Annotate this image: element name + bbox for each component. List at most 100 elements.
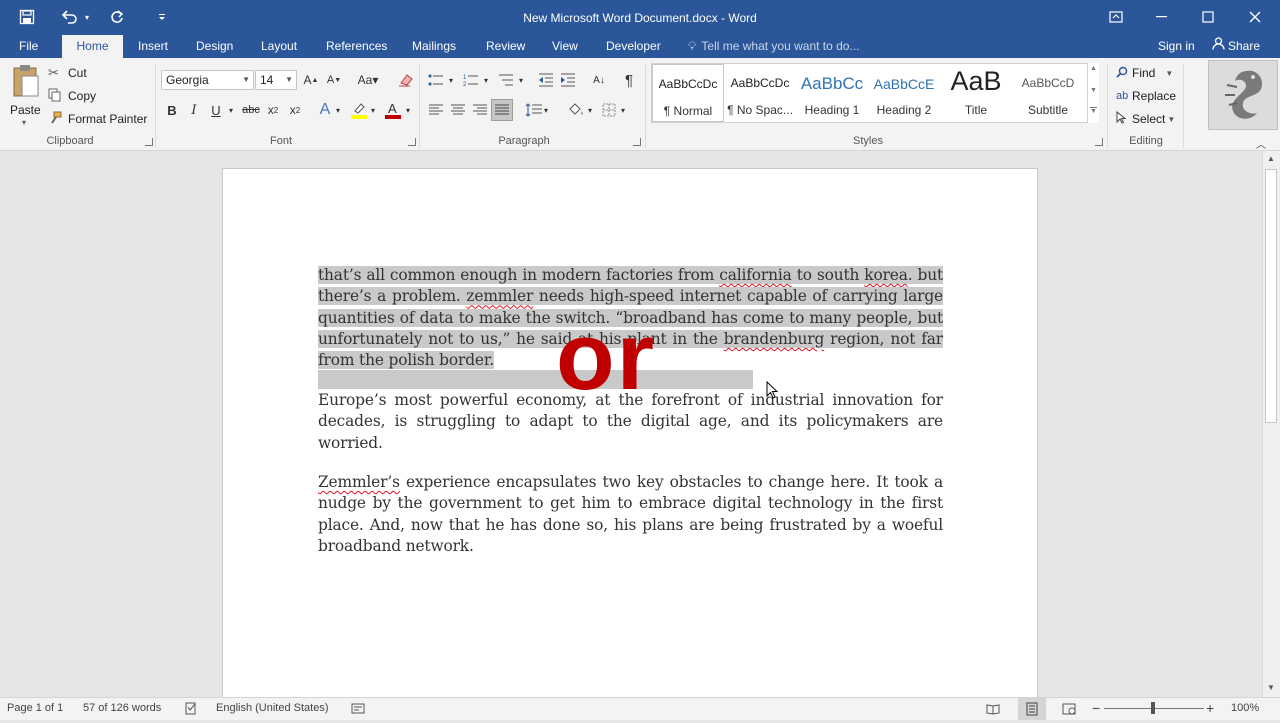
vertical-scrollbar[interactable]: ▲ ▼ [1262, 151, 1280, 697]
dragon-addin-button[interactable] [1208, 60, 1278, 130]
tab-references[interactable]: References [316, 35, 397, 58]
grow-font-icon[interactable]: A ▲ [300, 69, 322, 91]
increase-indent-icon[interactable] [557, 69, 579, 91]
style-normal[interactable]: AaBbCcDc ¶ Normal [652, 64, 724, 122]
maximize-icon[interactable] [1196, 6, 1220, 28]
borders-dropdown-icon[interactable]: ▾ [618, 99, 628, 121]
page-count[interactable]: Page 1 of 1 [7, 698, 63, 720]
misspelled-word[interactable]: california [719, 266, 792, 284]
shrink-font-icon[interactable]: A ▼ [323, 69, 345, 91]
bullets-icon[interactable] [425, 69, 447, 91]
subscript-icon[interactable]: x2 [262, 99, 284, 121]
style-subtitle[interactable]: AaBbCcD Subtitle [1012, 64, 1084, 122]
share-button[interactable]: Share [1204, 35, 1270, 58]
customize-quick-access-icon[interactable] [150, 6, 174, 28]
cut-button[interactable]: ✂ Cut [48, 64, 87, 82]
text-effects-dropdown-icon[interactable]: ▾ [333, 99, 343, 121]
bullets-dropdown-icon[interactable]: ▾ [446, 69, 456, 91]
multilevel-dropdown-icon[interactable]: ▾ [516, 69, 526, 91]
shading-icon[interactable] [565, 99, 587, 121]
scroll-up-icon[interactable]: ▲ [1267, 154, 1275, 163]
copy-button[interactable]: Copy [48, 87, 96, 105]
align-center-icon[interactable] [447, 99, 469, 121]
align-left-icon[interactable] [425, 99, 447, 121]
styles-launcher-icon[interactable] [1095, 138, 1103, 146]
replace-button[interactable]: ab Replace [1116, 87, 1176, 105]
numbering-icon[interactable]: 12 [460, 69, 482, 91]
ribbon-display-options-icon[interactable] [1104, 6, 1128, 28]
scroll-up-icon[interactable]: ▲ [1090, 65, 1097, 72]
borders-icon[interactable] [598, 99, 620, 121]
font-launcher-icon[interactable] [408, 138, 416, 146]
line-spacing-dropdown-icon[interactable]: ▾ [541, 99, 551, 121]
document-page[interactable]: that’s all common enough in modern facto… [222, 168, 1038, 697]
font-color-icon[interactable]: A [382, 99, 404, 121]
format-painter-button[interactable]: Format Painter [48, 110, 147, 128]
multilevel-list-icon[interactable] [495, 69, 517, 91]
style-heading-2[interactable]: AaBbCcE Heading 2 [868, 64, 940, 122]
clipboard-launcher-icon[interactable] [145, 138, 153, 146]
proofing-icon[interactable] [184, 698, 198, 720]
style-title[interactable]: AaB Title [940, 64, 1012, 122]
tab-insert[interactable]: Insert [128, 35, 178, 58]
bold-icon[interactable]: B [161, 99, 183, 121]
change-case-icon[interactable]: Aa▾ [353, 69, 383, 91]
macro-recording-icon[interactable] [351, 698, 365, 720]
tab-developer[interactable]: Developer [596, 35, 671, 58]
language-indicator[interactable]: English (United States) [216, 698, 329, 720]
misspelled-word[interactable]: brandenburg [724, 330, 825, 348]
align-right-icon[interactable] [469, 99, 491, 121]
tab-home[interactable]: Home [62, 35, 123, 58]
tab-layout[interactable]: Layout [251, 35, 307, 58]
web-layout-icon[interactable] [1062, 698, 1076, 720]
scroll-down-icon[interactable]: ▼ [1267, 683, 1275, 692]
misspelled-word[interactable]: zemmler [466, 287, 533, 305]
more-styles-icon[interactable]: ▼ [1090, 107, 1097, 115]
zoom-out-icon[interactable]: − [1092, 698, 1100, 720]
shading-dropdown-icon[interactable]: ▾ [585, 99, 595, 121]
zoom-in-icon[interactable]: + [1206, 698, 1214, 720]
font-size-combo[interactable]: 14 ▼ [255, 70, 297, 90]
zoom-slider-thumb[interactable] [1151, 702, 1155, 714]
scroll-down-icon[interactable]: ▼ [1090, 87, 1097, 94]
close-icon[interactable] [1243, 6, 1267, 28]
font-color-dropdown-icon[interactable]: ▾ [403, 99, 413, 121]
zoom-level[interactable]: 100% [1231, 698, 1259, 720]
read-mode-icon[interactable] [986, 698, 1000, 720]
superscript-icon[interactable]: x2 [284, 99, 306, 121]
minimize-icon[interactable] [1150, 6, 1174, 28]
redo-icon[interactable] [105, 6, 129, 28]
sort-icon[interactable]: A↓ [588, 69, 610, 91]
font-name-combo[interactable]: Georgia ▼ [161, 70, 254, 90]
find-button[interactable]: Find ▼ [1116, 64, 1173, 82]
scroll-thumb[interactable] [1265, 169, 1277, 423]
numbering-dropdown-icon[interactable]: ▾ [481, 69, 491, 91]
style-heading-1[interactable]: AaBbCc Heading 1 [796, 64, 868, 122]
select-button[interactable]: Select ▼ [1116, 110, 1175, 128]
print-layout-icon[interactable] [1018, 698, 1046, 720]
justify-icon[interactable] [491, 99, 513, 121]
misspelled-word[interactable]: korea [864, 266, 908, 284]
misspelled-word[interactable]: Zemmler’s [318, 473, 400, 491]
tab-view[interactable]: View [542, 35, 588, 58]
strikethrough-icon[interactable]: abc [240, 99, 262, 121]
highlight-icon[interactable] [348, 99, 370, 121]
undo-dropdown-icon[interactable]: ▾ [80, 6, 94, 28]
italic-icon[interactable]: I [183, 99, 205, 121]
style-no-spacing[interactable]: AaBbCcDc ¶ No Spac... [724, 64, 796, 122]
show-formatting-marks-icon[interactable]: ¶ [618, 69, 640, 91]
word-count[interactable]: 57 of 126 words [83, 698, 161, 720]
sign-in-link[interactable]: Sign in [1148, 35, 1205, 58]
tab-file[interactable]: File [9, 35, 48, 58]
tab-design[interactable]: Design [186, 35, 243, 58]
underline-icon[interactable]: U [205, 99, 227, 121]
clear-formatting-icon[interactable] [395, 69, 417, 91]
paragraph-3[interactable]: Zemmler’s experience encapsulates two ke… [318, 472, 943, 557]
paste-button[interactable]: Paste ▾ [6, 62, 44, 132]
undo-icon[interactable] [58, 6, 82, 28]
underline-dropdown-icon[interactable]: ▾ [226, 99, 236, 121]
save-icon[interactable] [15, 6, 39, 28]
collapse-ribbon-icon[interactable]: ︿ [1256, 136, 1266, 151]
tab-mailings[interactable]: Mailings [402, 35, 466, 58]
tell-me-box[interactable]: 💡︎ Tell me what you want to do... [688, 35, 860, 58]
